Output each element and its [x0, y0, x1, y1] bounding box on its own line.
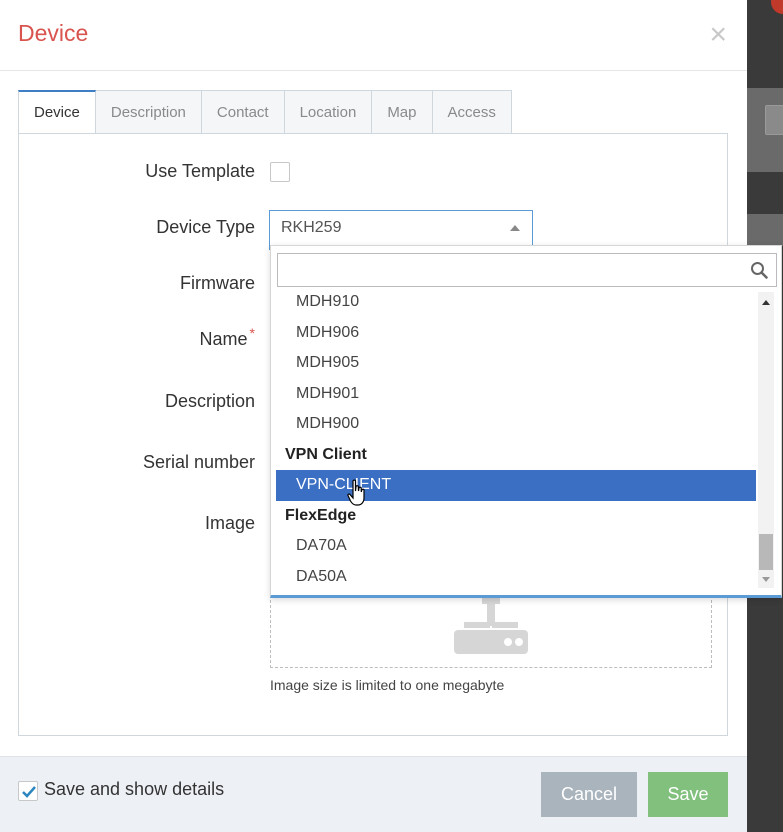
device-type-label: Device Type — [156, 217, 255, 237]
tab-contact[interactable]: Contact — [201, 90, 285, 134]
dropdown-option[interactable]: DA50A — [276, 562, 756, 593]
use-template-checkbox[interactable] — [270, 162, 290, 182]
modal-title: Device — [18, 20, 89, 46]
image-label: Image — [204, 513, 255, 533]
cancel-button[interactable]: Cancel — [541, 772, 637, 817]
dropdown-search-input[interactable] — [278, 254, 738, 286]
name-label: Name * — [199, 325, 255, 350]
search-icon — [751, 262, 768, 279]
device-modal: Device × Device Description Contact Loca… — [0, 0, 782, 832]
save-show-details-checkbox[interactable] — [18, 781, 38, 801]
dropdown-search — [277, 253, 777, 287]
firmware-label: Firmware — [180, 273, 255, 293]
tab-device[interactable]: Device — [18, 90, 96, 134]
serial-number-label: Serial number — [142, 452, 255, 472]
dropdown-option[interactable]: MDH900 — [276, 409, 756, 440]
save-button[interactable]: Save — [648, 772, 728, 817]
modal-footer: Save and show details Cancel Save — [0, 756, 747, 832]
background-element — [771, 0, 783, 14]
modal-header: Device × — [0, 0, 747, 71]
caret-up-icon — [510, 225, 520, 231]
tab-location[interactable]: Location — [284, 90, 373, 134]
required-marker: * — [249, 325, 255, 341]
device-type-value: RKH259 — [281, 219, 342, 236]
name-label-text: Name — [199, 329, 248, 349]
dropdown-option[interactable]: MDH910 — [276, 287, 756, 318]
device-type-select[interactable]: RKH259 — [269, 210, 533, 250]
scroll-up-icon[interactable] — [762, 300, 770, 305]
scroll-down-icon[interactable] — [762, 577, 770, 582]
dropdown-group-header: VPN Client — [285, 445, 367, 463]
upload-icon — [454, 598, 528, 654]
tab-map[interactable]: Map — [372, 90, 433, 134]
image-size-hint: Image size is limited to one megabyte — [270, 677, 505, 693]
close-icon[interactable]: × — [709, 20, 727, 50]
dropdown-option[interactable]: MDH901 — [276, 379, 756, 410]
dropdown-list: MDH910 MDH906 MDH905 MDH901 MDH900 VPN C… — [276, 287, 756, 592]
scroll-thumb[interactable] — [759, 534, 773, 570]
tab-access[interactable]: Access — [432, 90, 512, 134]
dropdown-scrollbar[interactable] — [758, 292, 774, 588]
background-element — [747, 214, 783, 246]
dropdown-option[interactable]: MDH905 — [276, 348, 756, 379]
dropdown-option[interactable]: MDH906 — [276, 318, 756, 349]
tab-description[interactable]: Description — [95, 90, 202, 134]
description-label: Description — [164, 391, 255, 411]
dropdown-option[interactable]: DA70A — [276, 531, 756, 562]
save-show-details-label: Save and show details — [44, 779, 225, 799]
background-element — [765, 105, 783, 135]
tab-bar: Device Description Contact Location Map … — [18, 90, 512, 134]
device-type-dropdown: MDH910 MDH906 MDH905 MDH901 MDH900 VPN C… — [270, 245, 782, 598]
use-template-label: Use Template — [145, 161, 255, 181]
hand-cursor-icon — [347, 479, 365, 506]
checkmark-icon — [22, 786, 36, 798]
